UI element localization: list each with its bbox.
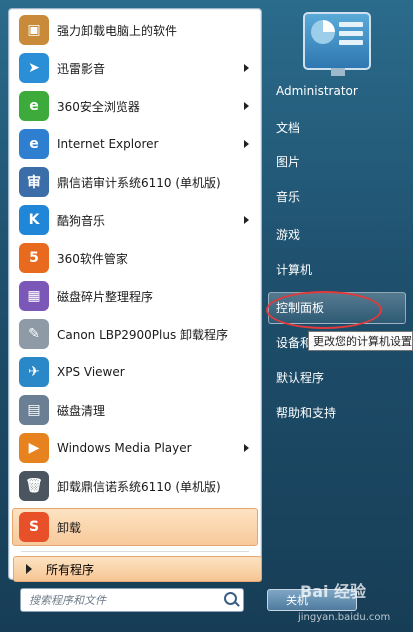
program-item[interactable]: 🗑 卸载鼎信诺系统6110 (单机版) <box>13 468 257 504</box>
program-item[interactable]: ✈ XPS Viewer <box>13 354 257 390</box>
program-label: Canon LBP2900Plus 卸载程序 <box>57 327 229 342</box>
sogou-uninstall-icon: S <box>19 512 49 542</box>
uninstall-box-icon: ▣ <box>19 15 49 45</box>
baidu-watermark-url: jingyan.baidu.com <box>298 612 391 623</box>
program-item[interactable]: e Internet Explorer <box>13 126 257 162</box>
ie-icon: e <box>19 129 49 159</box>
program-label: Windows Media Player <box>57 441 192 455</box>
search-input[interactable] <box>27 591 217 609</box>
program-label: 360安全浏览器 <box>57 99 140 114</box>
audit-system-icon: 审 <box>19 167 49 197</box>
place-item[interactable]: 帮助和支持 <box>268 398 404 426</box>
360-browser-icon: e <box>19 91 49 121</box>
place-item[interactable]: 默认程序 <box>268 363 404 391</box>
bars-icon <box>339 22 363 52</box>
control-panel-tooltip: 更改您的计算机设置 <box>308 331 413 351</box>
search-box[interactable] <box>20 588 244 612</box>
programs-panel: ▣ 强力卸载电脑上的软件 ➤ 迅雷影音 e 360安全浏览器 e Internet Explo… <box>8 8 262 582</box>
program-item[interactable]: ▶ Windows Media Player <box>13 430 257 466</box>
submenu-arrow-icon[interactable] <box>244 216 249 224</box>
submenu-arrow-icon[interactable] <box>244 64 249 72</box>
program-item[interactable]: ➤ 迅雷影音 <box>13 50 257 86</box>
xps-viewer-icon: ✈ <box>19 357 49 387</box>
place-item[interactable]: 游戏 <box>268 220 404 248</box>
pie-chart-icon <box>311 20 335 44</box>
kugou-icon: K <box>19 205 49 235</box>
search-icon[interactable] <box>224 592 237 605</box>
program-label: 卸载 <box>57 520 82 535</box>
expand-arrow-icon <box>26 564 32 574</box>
all-programs-label: 所有程序 <box>46 562 95 577</box>
program-label: XPS Viewer <box>57 365 125 379</box>
program-item[interactable]: S 卸载 <box>12 508 258 546</box>
place-item[interactable]: 图片 <box>268 147 404 175</box>
trash-icon: 🗑 <box>19 471 49 501</box>
separator <box>21 551 249 552</box>
defrag-icon: ▦ <box>19 281 49 311</box>
xunlei-player-icon: ➤ <box>19 53 49 83</box>
start-menu: ▣ 强力卸载电脑上的软件 ➤ 迅雷影音 e 360安全浏览器 e Internet Explo… <box>0 0 413 632</box>
program-label: 鼎信诺审计系统6110 (单机版) <box>57 175 221 190</box>
place-item[interactable]: 文档 <box>268 113 404 141</box>
program-item[interactable]: ▤ 磁盘清理 <box>13 392 257 428</box>
program-label: 磁盘碎片整理程序 <box>57 289 154 304</box>
program-label: 卸载鼎信诺系统6110 (单机版) <box>57 479 221 494</box>
program-label: 酷狗音乐 <box>57 213 106 228</box>
submenu-arrow-icon[interactable] <box>244 444 249 452</box>
place-item[interactable]: 计算机 <box>268 255 404 283</box>
program-item[interactable]: 5 360软件管家 <box>13 240 257 276</box>
program-item[interactable]: e 360安全浏览器 <box>13 88 257 124</box>
annotation-circle <box>266 291 382 329</box>
program-item[interactable]: ▣ 强力卸载电脑上的软件 <box>13 12 257 48</box>
submenu-arrow-icon[interactable] <box>244 102 249 110</box>
program-label: 迅雷影音 <box>57 61 106 76</box>
media-player-icon: ▶ <box>19 433 49 463</box>
program-item[interactable]: K 酷狗音乐 <box>13 202 257 238</box>
program-item[interactable]: ✎ Canon LBP2900Plus 卸载程序 <box>13 316 257 352</box>
printer-uninstall-icon: ✎ <box>19 319 49 349</box>
program-label: 强力卸载电脑上的软件 <box>57 23 178 38</box>
monitor-stand-icon <box>331 68 345 76</box>
360-softmgr-icon: 5 <box>19 243 49 273</box>
disk-cleanup-icon: ▤ <box>19 395 49 425</box>
user-picture[interactable] <box>303 12 371 76</box>
baidu-watermark: Bai 经验 <box>300 582 367 601</box>
program-label: 360软件管家 <box>57 251 128 266</box>
place-item[interactable]: Administrator <box>268 77 404 105</box>
program-item[interactable]: ▦ 磁盘碎片整理程序 <box>13 278 257 314</box>
program-item[interactable]: 审鼎信诺审计系统6110 (单机版) <box>13 164 257 200</box>
submenu-arrow-icon[interactable] <box>244 140 249 148</box>
all-programs-button[interactable]: 所有程序 <box>13 556 262 582</box>
place-item[interactable]: 音乐 <box>268 182 404 210</box>
program-label: Internet Explorer <box>57 137 159 151</box>
program-label: 磁盘清理 <box>57 403 106 418</box>
